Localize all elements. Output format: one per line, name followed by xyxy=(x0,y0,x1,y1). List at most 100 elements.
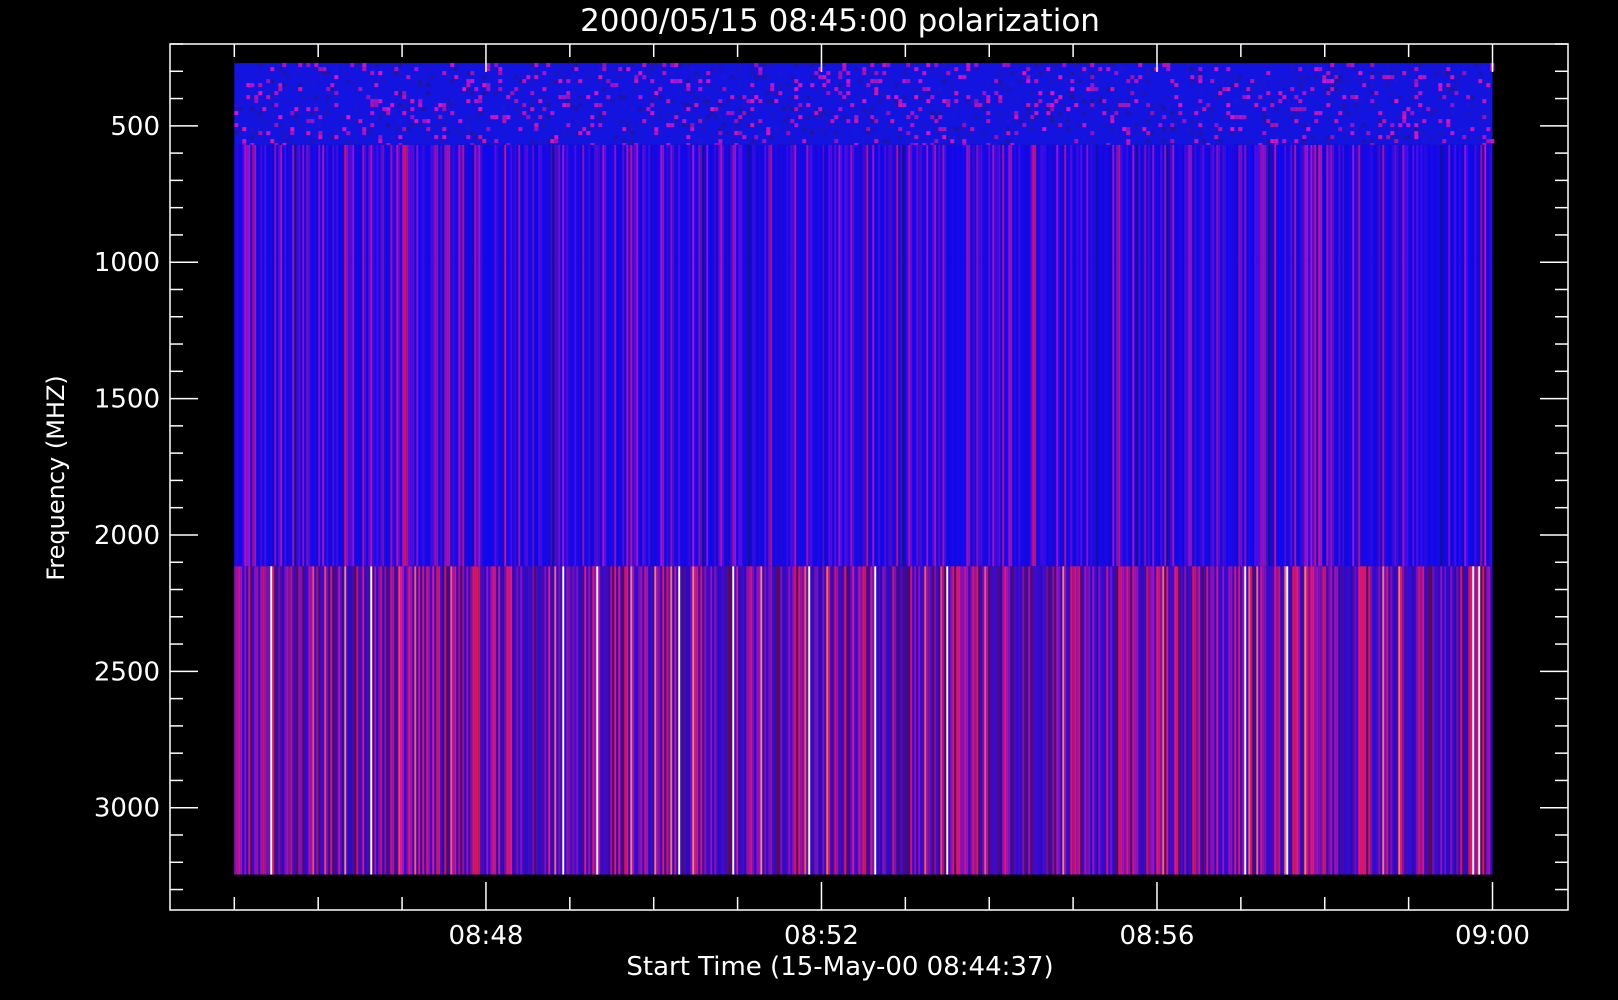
spectrum-column xyxy=(812,566,815,875)
spectrum-column xyxy=(744,144,747,260)
spectrum-column xyxy=(1460,566,1463,875)
spectrum-column xyxy=(622,566,625,875)
noise-cell xyxy=(1466,111,1471,116)
spectrum-column xyxy=(1172,566,1175,875)
spectrum-column xyxy=(804,259,807,567)
noise-cell xyxy=(458,119,463,124)
spectrum-column xyxy=(574,144,577,260)
noise-cell xyxy=(930,95,935,100)
noise-cell xyxy=(1438,119,1443,124)
noise-cell xyxy=(886,75,891,80)
spectrum-column xyxy=(678,144,681,260)
noise-cell xyxy=(398,135,403,140)
noise-cell xyxy=(1134,99,1139,104)
noise-cell xyxy=(274,123,279,128)
noise-cell xyxy=(394,123,399,128)
spectrum-column xyxy=(1252,144,1255,260)
noise-cell xyxy=(1146,115,1151,120)
spectrum-column xyxy=(772,566,775,875)
chart-title: 2000/05/15 08:45:00 polarization xyxy=(580,3,1100,39)
noise-cell xyxy=(1410,67,1415,72)
spectrum-column xyxy=(950,259,953,567)
noise-cell xyxy=(658,87,663,92)
spectrum-column xyxy=(990,566,993,875)
noise-cell xyxy=(650,99,655,104)
spectrum-column xyxy=(1236,144,1239,260)
noise-cell xyxy=(1018,79,1023,84)
spectrum-column xyxy=(406,259,409,567)
spectrum-column xyxy=(690,566,693,875)
spectrum-column xyxy=(998,566,1001,875)
noise-cell xyxy=(942,135,947,140)
spectrum-column xyxy=(624,259,627,567)
spectrum-column xyxy=(752,144,755,260)
noise-cell xyxy=(1406,135,1411,140)
spectrum-column xyxy=(874,566,877,875)
noise-cell xyxy=(770,99,775,104)
spectrum-column xyxy=(1432,144,1435,260)
spectrum-column xyxy=(1392,144,1395,260)
noise-cell xyxy=(354,107,359,112)
noise-cell xyxy=(690,91,695,96)
spectrum-column xyxy=(1356,259,1359,567)
noise-cell xyxy=(1354,75,1359,80)
spectrum-column xyxy=(592,259,595,567)
spectrum-column xyxy=(784,566,787,875)
spectrum-column xyxy=(566,566,569,875)
spectrum-column xyxy=(912,566,915,875)
noise-cell xyxy=(558,95,563,100)
x-tick-label: 08:56 xyxy=(1120,921,1195,951)
noise-cell xyxy=(1430,135,1435,140)
spectrum-column xyxy=(1362,259,1365,567)
noise-cell xyxy=(1102,119,1107,124)
noise-cell xyxy=(1034,115,1039,120)
noise-cell xyxy=(690,127,695,132)
spectrum-column xyxy=(806,259,809,567)
noise-cell xyxy=(790,119,795,124)
spectrum-column xyxy=(942,144,945,260)
spectrum-column xyxy=(1078,566,1081,875)
spectrum-column xyxy=(1390,144,1393,260)
noise-cell xyxy=(646,71,651,76)
spectrum-column xyxy=(642,259,645,567)
noise-cell xyxy=(1342,103,1347,108)
spectrum-column xyxy=(670,144,673,260)
noise-cell xyxy=(1482,111,1487,116)
spectrum-column xyxy=(1002,144,1005,260)
spectrum-column xyxy=(954,566,957,875)
noise-cell xyxy=(494,139,499,144)
noise-cell xyxy=(1190,131,1195,136)
noise-cell xyxy=(918,79,923,84)
noise-cell xyxy=(462,87,467,92)
spectrum-column xyxy=(490,259,493,567)
spectrum-column xyxy=(594,144,597,260)
spectrum-column xyxy=(342,259,345,567)
spectrum-column xyxy=(498,566,501,875)
spectrum-column xyxy=(442,259,445,567)
noise-cell xyxy=(1198,75,1203,80)
spectrum-column xyxy=(644,566,647,875)
spectrum-column xyxy=(1248,144,1251,260)
spectrum-column xyxy=(600,566,603,875)
spectrum-column xyxy=(1094,259,1097,567)
noise-cell xyxy=(1058,75,1063,80)
spectrum-column xyxy=(428,566,431,875)
noise-cell xyxy=(1398,115,1403,120)
spectrum-column xyxy=(516,566,519,875)
spectrum-column xyxy=(554,259,557,567)
spectrum-column xyxy=(482,144,485,260)
spectrum-column xyxy=(802,144,805,260)
spectrum-column xyxy=(794,566,797,875)
noise-cell xyxy=(330,135,335,140)
noise-cell xyxy=(1118,103,1123,108)
noise-cell xyxy=(1014,115,1019,120)
noise-cell xyxy=(862,71,867,76)
noise-cell xyxy=(938,71,943,76)
spectrum-column xyxy=(646,566,649,875)
spectrum-column xyxy=(274,144,277,260)
noise-cell xyxy=(298,111,303,116)
noise-cell xyxy=(1010,111,1015,116)
noise-cell xyxy=(1066,119,1071,124)
spectrum-column xyxy=(1116,566,1119,875)
noise-cell xyxy=(766,99,771,104)
